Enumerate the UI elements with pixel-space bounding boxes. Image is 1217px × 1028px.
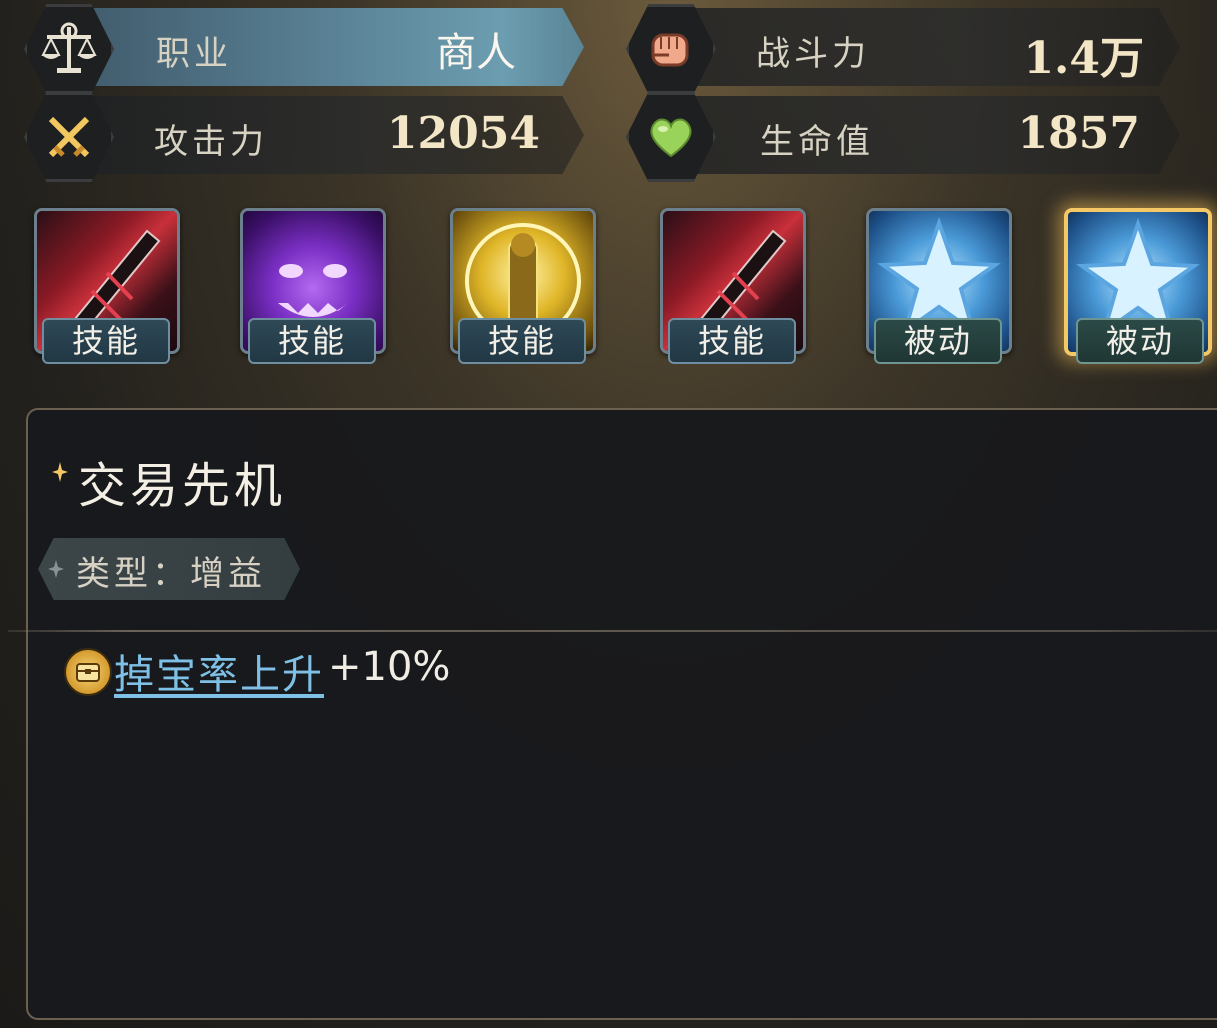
stat-attack-label: 攻击力 [154,122,268,162]
treasure-chest-icon [64,648,112,696]
stat-power-value: 1.4万 [1023,33,1144,84]
skill-tag-6: 被动 [1076,318,1204,364]
effect-value: +10% [328,644,451,690]
stat-hp-value: 1857 [1017,108,1140,159]
sparkle-icon [52,462,68,482]
skill-tag-4: 技能 [668,318,796,364]
stat-job-value: 商人 [436,30,516,76]
skill-tag-2: 技能 [248,318,376,364]
diamond-icon [48,560,64,578]
stat-job-label: 职业 [156,34,232,74]
skill-tag-5: 被动 [874,318,1002,364]
stat-power-label: 战斗力 [756,34,870,74]
skill-type: 类型：增益 [76,554,266,594]
stat-hp-label: 生命值 [760,122,874,162]
stat-attack-value: 12054 [386,108,540,159]
divider [8,630,1217,632]
skill-tag-1: 技能 [42,318,170,364]
effect-name-link[interactable]: 掉宝率上升 [114,642,324,700]
skill-title: 交易先机 [78,458,287,514]
skill-tag-3: 技能 [458,318,586,364]
